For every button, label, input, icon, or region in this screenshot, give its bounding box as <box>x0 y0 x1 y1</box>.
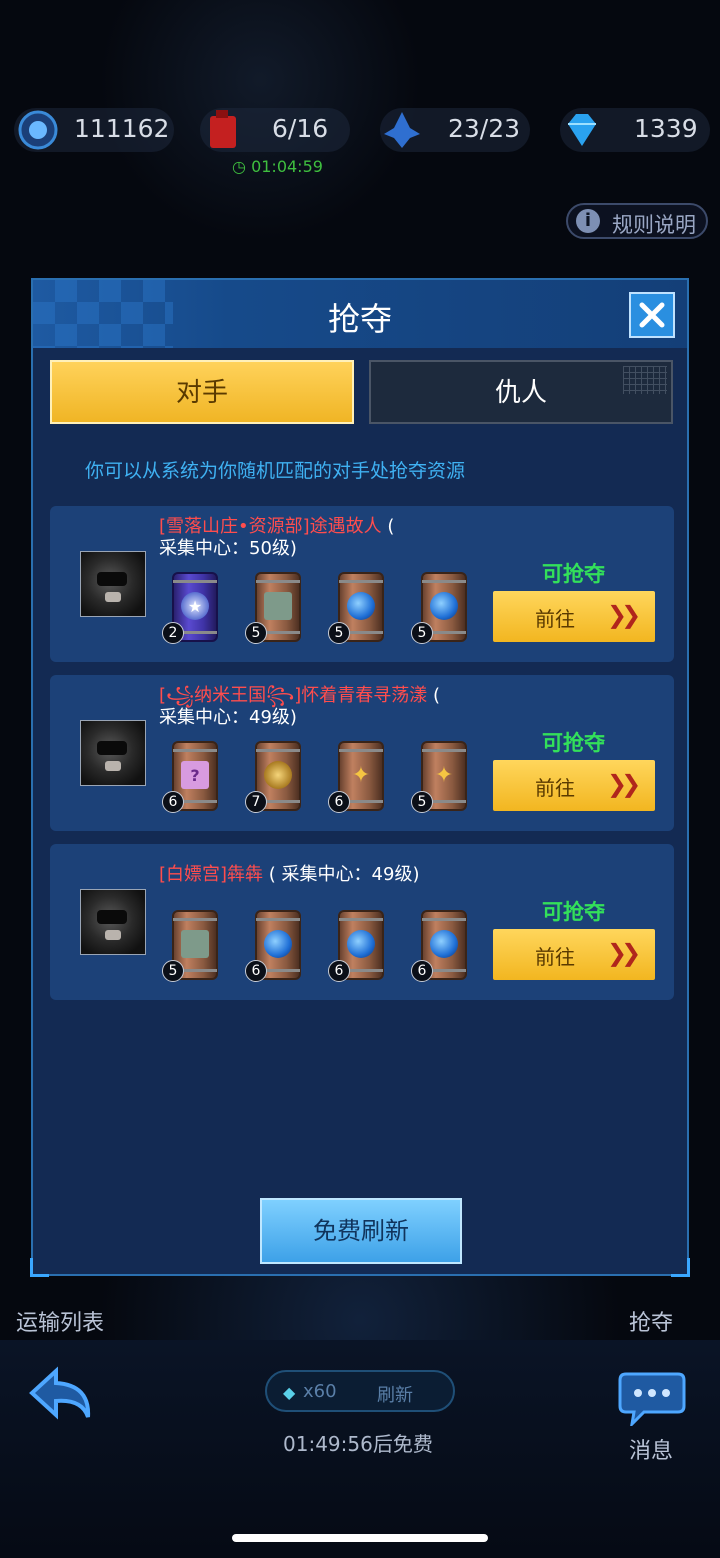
go-button[interactable]: 前往 ❯❯ <box>493 929 655 980</box>
resource-count: 5 <box>245 622 267 644</box>
clock-icon: ◷ <box>232 157 246 176</box>
double-chevron-icon: ❯❯ <box>607 601 641 629</box>
avatar <box>80 720 146 786</box>
resource-count: 6 <box>162 791 184 813</box>
sphere-icon <box>264 930 292 958</box>
hint-text: 你可以从系统为你随机匹配的对手处抢夺资源 <box>85 460 466 482</box>
cube-icon <box>264 592 292 620</box>
gem-small-icon: ◆ <box>283 1383 296 1402</box>
resource-count: 5 <box>328 622 350 644</box>
opponent-name: [白嫖宫]犇犇 ( 采集中心：49级) <box>159 864 420 885</box>
avatar <box>80 889 146 955</box>
resource-count: 6 <box>328 791 350 813</box>
ships-value: 23/23 <box>448 114 521 143</box>
opponent-card: [雪落山庄•资源部]途遇故人 ( 采集中心：50级) ★ 2 5 5 5 可抢夺… <box>50 506 674 662</box>
cube-icon <box>181 930 209 958</box>
corner-decoration <box>30 1258 49 1277</box>
stars-icon: ✦ <box>434 762 454 788</box>
tab-enemies-label: 仇人 <box>494 378 547 408</box>
robbable-status: 可抢夺 <box>542 900 605 924</box>
resource-item: 5 <box>245 572 303 644</box>
refresh-cost: x60 <box>303 1381 337 1402</box>
gems-value: 1339 <box>634 114 698 143</box>
gear-icon <box>264 761 292 789</box>
rules-label: 规则说明 <box>612 213 696 237</box>
back-arrow-icon[interactable] <box>26 1365 100 1429</box>
resource-count: 6 <box>411 960 433 982</box>
home-indicator <box>232 1534 488 1542</box>
robbable-status: 可抢夺 <box>542 731 605 755</box>
resource-count: 7 <box>245 791 267 813</box>
opponent-card: [꧁纳米王国꧂]怀着青春寻荡漾 ( 采集中心：49级) ? 6 7 ✦ 6 ✦ … <box>50 675 674 831</box>
resource-count: 5 <box>162 960 184 982</box>
tab-enemies[interactable]: 仇人 <box>369 360 673 424</box>
transport-list-label[interactable]: 运输列表 <box>16 1305 104 1337</box>
resource-count: 5 <box>411 622 433 644</box>
sphere-icon <box>347 592 375 620</box>
collection-center-level: 采集中心：50级) <box>159 538 297 559</box>
free-refresh-timer: 01:49:56后免费 <box>283 1432 433 1456</box>
double-chevron-icon: ❯❯ <box>607 770 641 798</box>
resource-count: 6 <box>328 960 350 982</box>
resource-item: 6 <box>245 910 303 982</box>
tab-pattern <box>623 366 667 394</box>
double-chevron-icon: ❯❯ <box>607 939 641 967</box>
refresh-label: 刷新 <box>377 1385 413 1406</box>
rules-button[interactable]: i 规则说明 <box>566 203 708 239</box>
dialog-header: 抢夺 <box>33 280 687 348</box>
sphere-icon <box>430 592 458 620</box>
fuel-timer: ◷ 01:04:59 <box>232 157 323 176</box>
sphere-icon <box>430 930 458 958</box>
ship-icon <box>384 112 420 148</box>
dialog-title: 抢夺 <box>327 300 392 338</box>
rob-dialog: 抢夺 对手 仇人 你可以从系统为你随机匹配的对手处抢夺资源 [雪落山庄•资源部]… <box>30 278 690 1277</box>
close-button[interactable] <box>629 292 675 338</box>
robbable-status: 可抢夺 <box>542 562 605 586</box>
avatar <box>80 551 146 617</box>
resource-count: 5 <box>411 791 433 813</box>
resource-item: 5 <box>162 910 220 982</box>
paid-refresh-button[interactable]: ◆ x60 刷新 <box>265 1370 455 1412</box>
go-label: 前往 <box>535 607 575 631</box>
medal-icon: ★ <box>181 592 209 620</box>
resource-item: ✦ 5 <box>411 741 469 813</box>
opponent-card: [白嫖宫]犇犇 ( 采集中心：49级) 5 6 6 6 可抢夺 前往 ❯❯ <box>50 844 674 1000</box>
stars-icon: ✦ <box>351 762 371 788</box>
sphere-icon <box>347 930 375 958</box>
free-refresh-button[interactable]: 免费刷新 <box>260 1198 462 1264</box>
collection-center-level: 采集中心：49级) <box>159 707 297 728</box>
tab-opponents[interactable]: 对手 <box>50 360 354 424</box>
credits-icon <box>18 110 58 150</box>
resource-item: 7 <box>245 741 303 813</box>
credits-value: 111162 <box>74 114 170 143</box>
fuel-value: 6/16 <box>272 114 329 143</box>
go-label: 前往 <box>535 945 575 969</box>
gem-icon <box>568 114 596 146</box>
message-label[interactable]: 消息 <box>629 1433 673 1465</box>
go-button[interactable]: 前往 ❯❯ <box>493 591 655 642</box>
fuel-can-icon <box>210 110 236 148</box>
message-icon[interactable] <box>618 1370 686 1426</box>
info-icon: i <box>576 209 600 233</box>
resource-item: ✦ 6 <box>328 741 386 813</box>
go-label: 前往 <box>535 776 575 800</box>
resource-item: ? 6 <box>162 741 220 813</box>
resource-item: 6 <box>411 910 469 982</box>
resource-item: 6 <box>328 910 386 982</box>
rob-label[interactable]: 抢夺 <box>629 1305 673 1337</box>
close-icon <box>639 302 665 328</box>
resource-item: 5 <box>411 572 469 644</box>
go-button[interactable]: 前往 ❯❯ <box>493 760 655 811</box>
card-icon: ? <box>181 761 209 789</box>
resource-count: 2 <box>162 622 184 644</box>
resource-item: ★ 2 <box>162 572 220 644</box>
corner-decoration <box>671 1258 690 1277</box>
resource-count: 6 <box>245 960 267 982</box>
resource-item: 5 <box>328 572 386 644</box>
